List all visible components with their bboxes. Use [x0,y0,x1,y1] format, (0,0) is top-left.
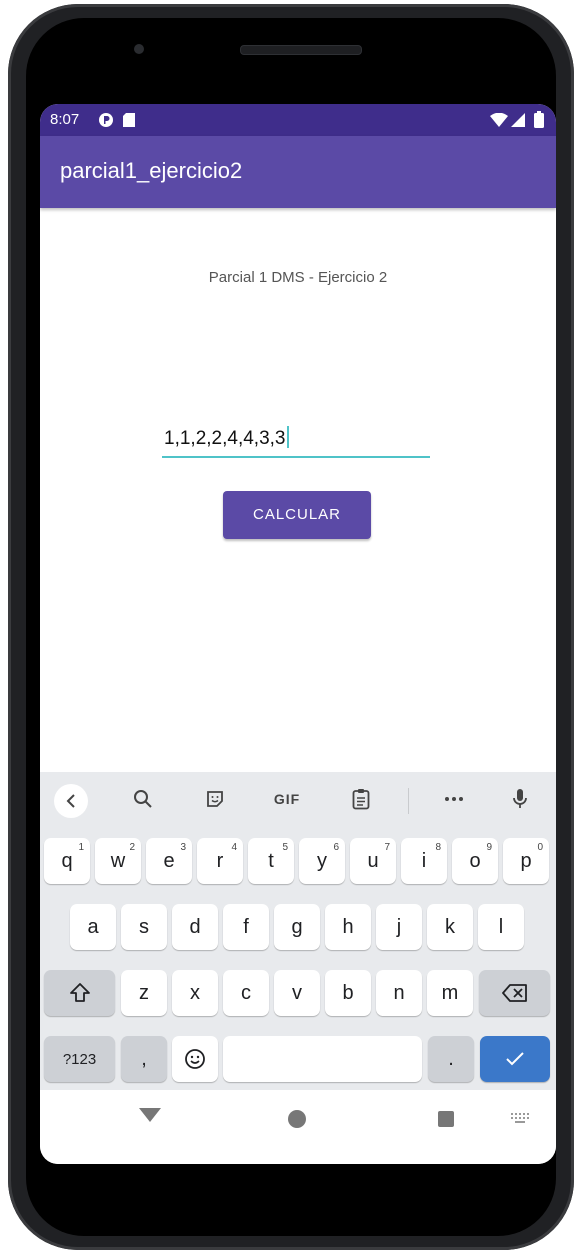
key-w-hint: 2 [129,842,135,853]
shift-icon [69,983,90,1002]
key-i[interactable]: i8 [401,838,447,884]
key-w[interactable]: w2 [95,838,141,884]
key-l[interactable]: l [478,904,524,950]
key-a[interactable]: a [70,904,116,950]
space-key[interactable] [223,1036,422,1082]
key-p-hint: 0 [537,842,543,853]
enter-key[interactable] [480,1036,550,1082]
key-y-hint: 6 [333,842,339,853]
key-e[interactable]: e3 [146,838,192,884]
key-e-hint: 3 [180,842,186,853]
key-g[interactable]: g [274,904,320,950]
key-t-hint: 5 [282,842,288,853]
shift-key[interactable] [44,970,115,1016]
key-q-hint: 1 [78,842,84,853]
clipboard-button[interactable] [346,784,376,814]
key-d[interactable]: d [172,904,218,950]
signal-icon [511,113,525,132]
more-horizontal-icon [445,797,463,801]
sd-card-icon [122,112,136,133]
calculate-button[interactable]: CALCULAR [223,491,371,539]
keyboard-search-button[interactable] [128,784,158,814]
keyboard-collapse-button[interactable] [54,784,88,818]
earpiece-speaker [240,45,362,55]
text-caret [286,426,289,448]
key-s[interactable]: s [121,904,167,950]
soft-keyboard: GIF q1 w2 e3 r4 t5 y6 u7 i8 o9 p0 a s d … [40,772,556,1090]
key-x[interactable]: x [172,970,218,1016]
front-camera [134,44,144,54]
search-icon [134,790,152,808]
microphone-icon [513,789,527,808]
sticker-button[interactable] [200,784,230,814]
key-t-label: t [268,849,274,872]
nav-home-icon[interactable] [288,1110,306,1128]
smiley-icon [185,1049,205,1069]
key-e-label: e [163,849,175,872]
key-i-label: i [421,849,427,872]
key-r-label: r [216,849,224,872]
key-y[interactable]: y6 [299,838,345,884]
key-v[interactable]: v [274,970,320,1016]
sticker-icon [207,791,223,807]
key-p-label: p [520,849,532,872]
nav-recents-icon[interactable] [438,1111,454,1127]
key-o[interactable]: o9 [452,838,498,884]
key-j[interactable]: j [376,904,422,950]
play-protect-icon [98,112,114,133]
page-subtitle: Parcial 1 DMS - Ejercicio 2 [208,269,388,286]
key-q-label: q [61,849,73,872]
numbers-input-text: 1,1,2,2,4,4,3,3 [164,428,286,449]
key-n[interactable]: n [376,970,422,1016]
emoji-key[interactable] [172,1036,218,1082]
key-c[interactable]: c [223,970,269,1016]
backspace-key[interactable] [479,970,550,1016]
battery-icon [534,111,544,133]
key-f[interactable]: f [223,904,269,950]
voice-input-button[interactable] [505,784,535,814]
app-bar: parcial1_ejercicio2 [40,136,556,208]
navigation-bar [40,1090,556,1164]
key-w-label: w [110,849,126,872]
numbers-input-value: 1,1,2,2,4,4,3,3 [164,426,289,450]
nav-back-icon[interactable] [139,1108,161,1122]
more-options-button[interactable] [438,784,470,814]
key-i-hint: 8 [435,842,441,853]
comma-key[interactable]: , [121,1036,167,1082]
status-time: 8:07 [50,111,80,128]
keyboard-switch-icon[interactable] [511,1113,531,1123]
key-o-label: o [469,849,481,872]
key-u-hint: 7 [384,842,390,853]
key-q[interactable]: q1 [44,838,90,884]
backspace-icon [501,984,527,1002]
chevron-left-icon [66,794,75,808]
numbers-input[interactable]: 1,1,2,2,4,4,3,3 [162,422,430,458]
status-bar: 8:07 [40,104,556,136]
key-y-label: y [317,849,327,872]
app-title: parcial1_ejercicio2 [60,158,243,183]
key-o-hint: 9 [486,842,492,853]
key-r-hint: 4 [231,842,237,853]
key-b[interactable]: b [325,970,371,1016]
key-m[interactable]: m [427,970,473,1016]
key-h[interactable]: h [325,904,371,950]
key-p[interactable]: p0 [503,838,549,884]
device-screen: 8:07 parcial1_ejercicio2 Parcial 1 DMS -… [40,104,556,1164]
gif-button[interactable]: GIF [266,784,308,814]
wifi-icon [490,112,508,132]
key-t[interactable]: t5 [248,838,294,884]
key-u[interactable]: u7 [350,838,396,884]
key-u-label: u [367,849,379,872]
period-key[interactable]: . [428,1036,474,1082]
key-k[interactable]: k [427,904,473,950]
key-r[interactable]: r4 [197,838,243,884]
toolbar-divider [408,788,409,814]
checkmark-icon [506,1052,524,1066]
key-z[interactable]: z [121,970,167,1016]
clipboard-icon [352,789,370,810]
symbols-key[interactable]: ?123 [44,1036,115,1082]
